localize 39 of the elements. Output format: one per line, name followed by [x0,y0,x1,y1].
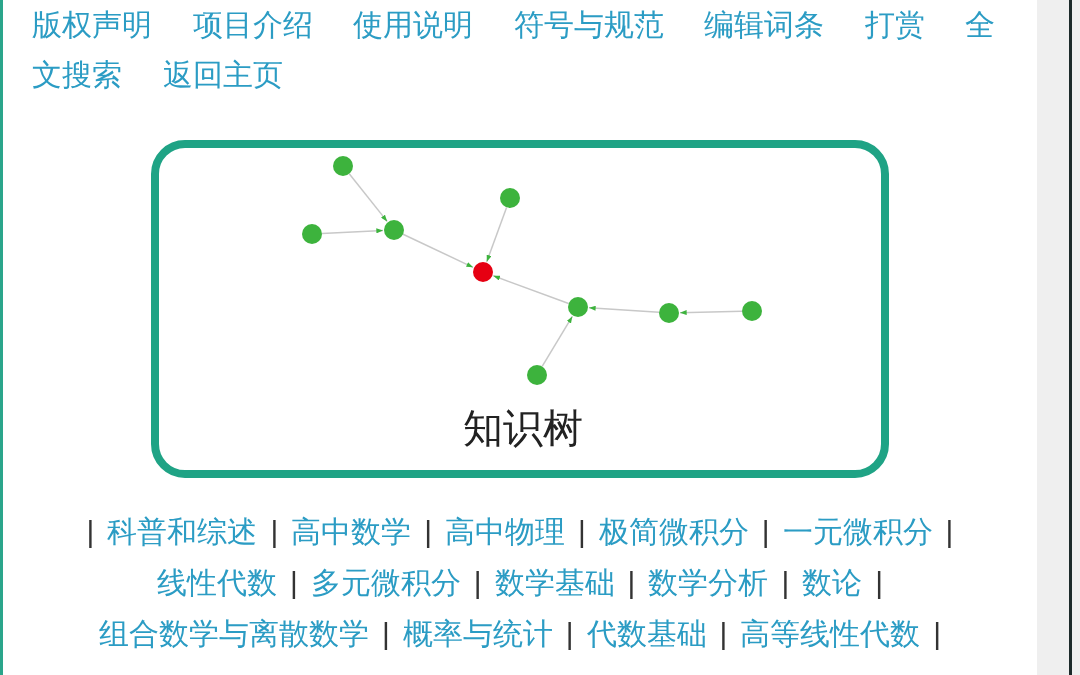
separator: | [578,514,586,550]
knowledge-tree-title: 知识树 [463,405,583,452]
separator: | [86,514,95,550]
nav-link[interactable]: 返回主页 [162,50,283,100]
separator: | [424,514,432,550]
category-link[interactable]: 数学基础 [494,557,615,608]
nav-link[interactable]: 编辑词条 [704,0,824,50]
category-link[interactable]: 高中物理 [445,506,565,557]
category-link[interactable]: 高等线性代数 [740,608,921,659]
category-link[interactable]: 科普和综述 [107,506,258,557]
category-link[interactable]: 组合数学与离散数学 [98,608,369,659]
nav-link[interactable]: 符号与规范 [513,0,664,50]
nav-link[interactable]: 文搜索 [32,50,122,100]
category-link[interactable]: 数论 [802,557,863,608]
separator: | [875,565,883,601]
separator: | [381,616,390,652]
nav-link[interactable]: 全 [965,0,995,50]
separator: | [933,616,942,652]
category-link[interactable]: 一元微积分 [782,506,933,557]
category-link[interactable]: 概率与统计 [402,608,553,659]
nav-link[interactable]: 打赏 [864,0,925,50]
category-link[interactable]: 线性代数 [157,557,277,608]
category-link[interactable]: 多元微积分 [310,557,461,608]
separator: | [781,565,790,601]
category-link[interactable]: 数学分析 [648,557,769,608]
separator: | [473,565,482,601]
separator: | [761,514,770,550]
category-link[interactable]: 极简微积分 [598,506,749,557]
separator: | [270,514,279,550]
separator: | [627,565,636,601]
nav-link[interactable]: 使用说明 [353,0,473,50]
nav-link[interactable]: 版权声明 [32,0,152,50]
category-link[interactable]: 高中数学 [291,506,412,557]
nav-link[interactable]: 项目介绍 [192,0,313,50]
separator: | [565,616,574,652]
category-link[interactable]: 代数基础 [586,608,707,659]
separator: | [290,565,298,601]
separator: | [719,616,728,652]
separator: | [945,514,954,550]
